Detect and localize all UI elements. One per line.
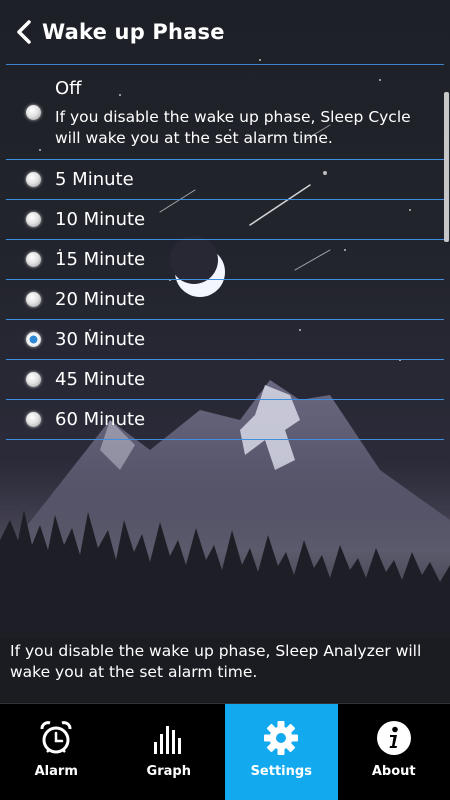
alarm-clock-icon [36, 718, 76, 758]
option-off[interactable]: Off If you disable the wake up phase, Sl… [6, 65, 444, 160]
option-off-text: Off If you disable the wake up phase, Sl… [55, 76, 440, 149]
radio-15-minute[interactable] [26, 252, 41, 267]
radio-60-minute[interactable] [26, 412, 41, 427]
option-60-minute[interactable]: 60 Minute [6, 400, 444, 440]
option-5-minute[interactable]: 5 Minute [6, 160, 444, 200]
option-label: 30 Minute [55, 329, 146, 350]
option-label: 60 Minute [55, 409, 146, 430]
radio-45-minute[interactable] [26, 372, 41, 387]
back-button[interactable] [6, 0, 42, 64]
tab-graph[interactable]: Graph [113, 704, 226, 800]
wake-up-phase-options: Off If you disable the wake up phase, Sl… [6, 64, 444, 440]
option-label: 20 Minute [55, 289, 146, 310]
option-label: 15 Minute [55, 249, 146, 270]
option-label: 45 Minute [55, 369, 146, 390]
page-title: Wake up Phase [42, 20, 225, 44]
bottom-tab-bar: Alarm Graph Settings About [0, 703, 450, 800]
option-off-label: Off [55, 77, 82, 99]
tab-label: Graph [146, 764, 191, 779]
tab-about[interactable]: About [338, 704, 450, 800]
radio-10-minute[interactable] [26, 212, 41, 227]
tab-alarm[interactable]: Alarm [0, 704, 113, 800]
scrollbar[interactable] [444, 92, 449, 242]
top-divider [6, 64, 444, 65]
footer-note: If you disable the wake up phase, Sleep … [10, 642, 422, 681]
option-10-minute[interactable]: 10 Minute [6, 200, 444, 240]
tab-settings[interactable]: Settings [225, 704, 338, 800]
chevron-left-icon [17, 20, 31, 44]
radio-30-minute-selected[interactable] [26, 332, 41, 347]
tab-label: Settings [250, 764, 312, 779]
option-off-description: If you disable the wake up phase, Sleep … [55, 107, 411, 147]
info-icon [374, 718, 414, 758]
radio-off[interactable] [26, 104, 41, 120]
bar-graph-icon [149, 718, 189, 758]
tab-label: About [371, 764, 416, 779]
option-label: 5 Minute [55, 169, 134, 190]
tab-label: Alarm [34, 764, 78, 779]
option-30-minute[interactable]: 30 Minute [6, 320, 444, 360]
option-label: 10 Minute [55, 209, 146, 230]
option-45-minute[interactable]: 45 Minute [6, 360, 444, 400]
option-20-minute[interactable]: 20 Minute [6, 280, 444, 320]
radio-20-minute[interactable] [26, 292, 41, 307]
option-15-minute[interactable]: 15 Minute [6, 240, 444, 280]
gear-icon [261, 718, 301, 758]
header-bar: Wake up Phase [0, 0, 450, 64]
radio-5-minute[interactable] [26, 172, 41, 187]
